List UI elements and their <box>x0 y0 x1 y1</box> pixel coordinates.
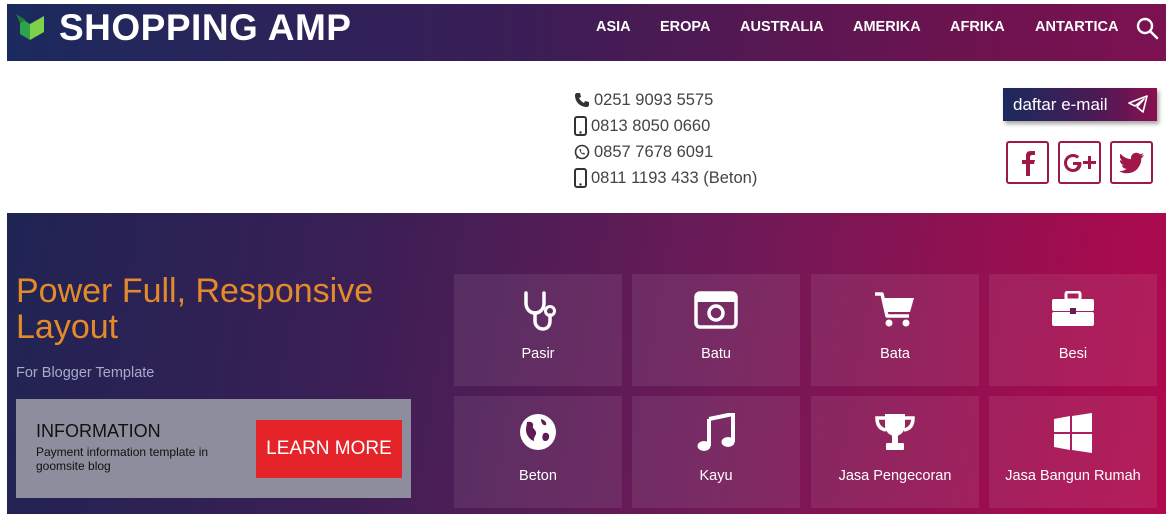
twitter-icon <box>1118 152 1144 173</box>
logo-text[interactable]: SHOPPING AMP <box>59 6 351 50</box>
tile-batu[interactable]: Batu <box>632 274 800 386</box>
phone-icon <box>575 93 589 107</box>
info-description: Payment information template in goomsite… <box>36 445 209 473</box>
tile-label: Bata <box>880 346 910 362</box>
learn-more-button[interactable]: LEARN MORE <box>256 420 402 478</box>
stethoscope-icon <box>524 291 556 331</box>
search-icon[interactable] <box>1135 16 1159 40</box>
email-subscribe-button[interactable]: daftar e-mail <box>1003 88 1157 121</box>
nav-item-antartica[interactable]: ANTARTICA <box>1035 19 1119 35</box>
phone-number: 0813 8050 0660 <box>591 116 711 135</box>
phone-number: 0857 7678 6091 <box>594 142 714 161</box>
google-plus-icon <box>1063 153 1096 172</box>
phone-row: 0857 7678 6091 <box>574 139 757 165</box>
top-header: SHOPPING AMP ASIA EROPA AUSTRALIA AMERIK… <box>7 4 1166 61</box>
tile-pasir[interactable]: Pasir <box>454 274 622 386</box>
info-title: INFORMATION <box>36 421 161 441</box>
briefcase-icon <box>1052 291 1094 326</box>
tile-label: Jasa Bangun Rumah <box>1005 468 1141 484</box>
page: SHOPPING AMP ASIA EROPA AUSTRALIA AMERIK… <box>7 4 1166 514</box>
tile-jasa-pengecoran[interactable]: Jasa Pengecoran <box>811 396 979 508</box>
email-button-label: daftar e-mail <box>1013 94 1108 114</box>
nav-item-australia[interactable]: AUSTRALIA <box>740 19 824 35</box>
tile-label: Pasir <box>521 346 555 362</box>
mobile-icon <box>574 168 587 188</box>
nav-item-asia[interactable]: ASIA <box>596 19 631 35</box>
phone-number: 0251 9093 5575 <box>594 90 714 109</box>
twitter-button[interactable] <box>1110 141 1153 184</box>
camera-icon <box>694 291 738 329</box>
mobile-icon <box>574 116 587 136</box>
cart-icon <box>875 292 914 327</box>
phone-number: 0811 1193 433 (Beton) <box>591 168 758 187</box>
facebook-button[interactable] <box>1006 141 1049 184</box>
globe-icon <box>520 414 556 450</box>
tile-beton[interactable]: Beton <box>454 396 622 508</box>
contact-strip: 0251 9093 5575 0813 8050 0660 0857 7678 … <box>7 61 1166 213</box>
facebook-icon <box>1021 150 1035 176</box>
music-icon <box>697 413 735 451</box>
nav-item-afrika[interactable]: AFRIKA <box>950 19 1005 35</box>
logo-icon[interactable] <box>16 12 48 46</box>
tile-label: Kayu <box>699 468 733 484</box>
tile-label: Besi <box>1058 346 1088 362</box>
phone-list: 0251 9093 5575 0813 8050 0660 0857 7678 … <box>574 87 757 191</box>
tile-label: Beton <box>519 468 557 484</box>
tile-besi[interactable]: Besi <box>989 274 1157 386</box>
trophy-icon <box>875 414 915 450</box>
tile-label: Jasa Pengecoran <box>838 468 952 484</box>
nav-item-amerika[interactable]: AMERIKA <box>853 19 921 35</box>
tile-kayu[interactable]: Kayu <box>632 396 800 508</box>
google-plus-button[interactable] <box>1058 141 1101 184</box>
paper-plane-icon <box>1128 95 1148 113</box>
tile-jasa-bangun-rumah[interactable]: Jasa Bangun Rumah <box>989 396 1157 508</box>
hero-title: Power Full, Responsive Layout <box>16 272 374 346</box>
hero-subtitle: For Blogger Template <box>16 365 155 381</box>
phone-row: 0251 9093 5575 <box>574 87 757 113</box>
tile-label: Batu <box>701 346 731 362</box>
whatsapp-icon <box>574 144 590 160</box>
tile-bata[interactable]: Bata <box>811 274 979 386</box>
phone-row: 0813 8050 0660 <box>574 113 757 139</box>
hero-section: Power Full, Responsive Layout For Blogge… <box>7 213 1166 514</box>
windows-icon <box>1054 413 1092 453</box>
information-box: INFORMATION Payment information template… <box>16 399 411 498</box>
nav-item-eropa[interactable]: EROPA <box>660 19 711 35</box>
phone-row: 0811 1193 433 (Beton) <box>574 165 757 191</box>
